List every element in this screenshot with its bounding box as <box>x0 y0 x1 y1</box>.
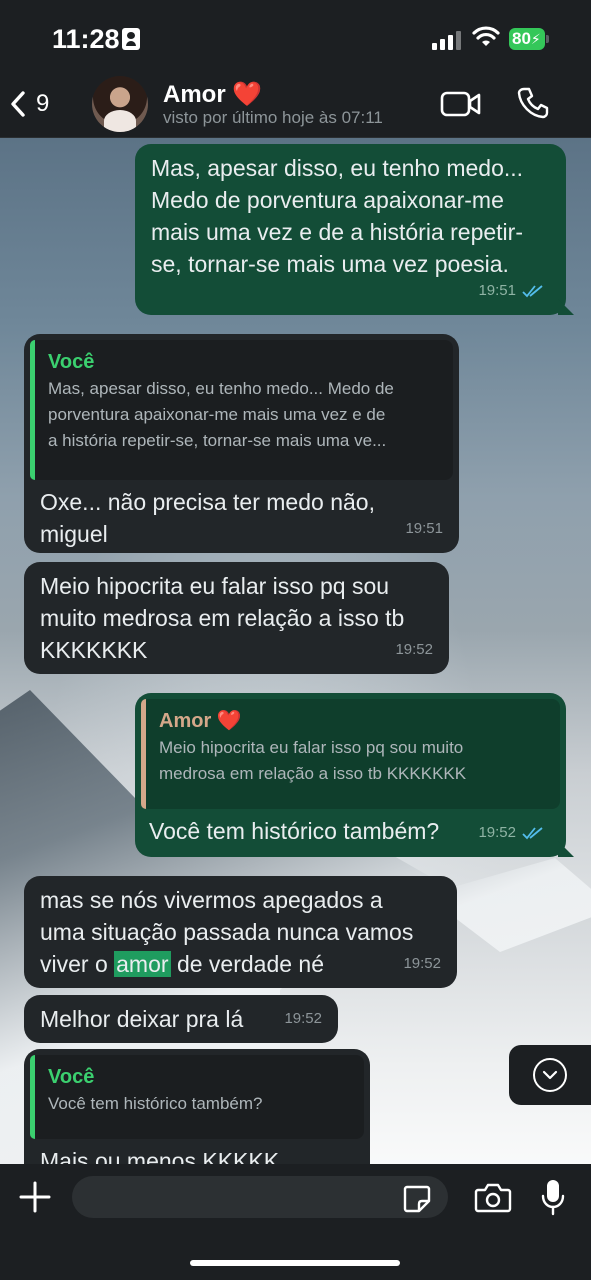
message-meta: 19:52 <box>284 1003 322 1035</box>
message-line: Oxe... não precisa ter medo não, <box>40 489 375 515</box>
message-line: Meio hipocrita eu falar isso pq sou <box>40 573 390 599</box>
message-time: 19:52 <box>478 824 516 841</box>
quote-text: Mas, apesar disso, eu tenho medo... Medo… <box>48 376 441 454</box>
message-text: Meio hipocrita eu falar isso pq sou muit… <box>40 570 439 666</box>
contact-name[interactable]: Amor ❤️ <box>163 80 262 109</box>
unread-count: 9 <box>36 90 50 117</box>
message-text: Mas, apesar disso, eu tenho medo... Medo… <box>151 152 556 280</box>
message-line: uma situação passada nunca vamos <box>40 919 414 945</box>
video-call-button[interactable] <box>440 90 482 118</box>
quote-author: Amor ❤️ <box>159 707 548 735</box>
quoted-message[interactable]: Você Mas, apesar disso, eu tenho medo...… <box>30 340 453 480</box>
message-line: viver o amor de verdade né <box>40 948 447 980</box>
message-time: 19:51 <box>478 282 516 299</box>
message-text: mas se nós vivermos apegados a uma situa… <box>40 884 447 980</box>
message-bubble-incoming[interactable]: Você Você tem histórico também? Mais ou … <box>24 1049 370 1164</box>
message-fragment: viver o <box>40 951 108 977</box>
message-meta: 19:52 <box>395 634 433 666</box>
search-highlight: amor <box>114 951 171 977</box>
message-time: 19:52 <box>395 641 433 658</box>
quoted-message[interactable]: Amor ❤️ Meio hipocrita eu falar isso pq … <box>141 699 560 809</box>
message-line: mais uma vez e de a história repetir- <box>151 219 523 245</box>
quote-line: Meio hipocrita eu falar isso pq sou muit… <box>159 738 464 757</box>
microphone-button[interactable] <box>540 1178 566 1216</box>
composer-bar <box>0 1164 591 1280</box>
message-line: Medo de porventura apaixonar-me <box>151 187 504 213</box>
message-meta: 19:52 <box>478 817 544 849</box>
message-meta: 19:51 <box>478 275 544 307</box>
message-time: 19:52 <box>284 1010 322 1027</box>
back-button[interactable]: 9 <box>10 84 70 124</box>
avatar[interactable] <box>92 76 148 132</box>
status-time: 11:28 <box>52 24 120 54</box>
message-time: 19:52 <box>403 955 441 972</box>
last-seen-status: visto por último hoje às 07:11 <box>163 108 383 127</box>
message-line: miguel <box>40 521 108 547</box>
message-input[interactable] <box>72 1176 448 1218</box>
message-list[interactable]: Mas, apesar disso, eu tenho medo... Medo… <box>0 138 591 1164</box>
message-bubble-incoming[interactable]: Melhor deixar pra lá 19:52 <box>24 995 338 1043</box>
message-bubble-incoming[interactable]: Meio hipocrita eu falar isso pq sou muit… <box>24 562 449 674</box>
heart-emoji: ❤️ <box>232 81 263 108</box>
message-line: Mas, apesar disso, eu tenho medo... <box>151 155 524 181</box>
quote-line: medrosa em relação a isso tb KKKKKKK <box>159 764 467 783</box>
chevron-down-icon <box>533 1058 567 1092</box>
message-time: 19:51 <box>405 520 443 537</box>
quoted-message[interactable]: Você Você tem histórico também? <box>30 1055 364 1139</box>
heart-emoji: ❤️ <box>216 710 242 732</box>
message-line: muito medrosa em relação a isso tb <box>40 605 405 631</box>
chevron-left-icon <box>11 91 25 117</box>
cellular-signal-icon <box>432 30 462 50</box>
read-ticks-icon <box>522 827 543 840</box>
quote-text: Você tem histórico também? <box>48 1094 263 1113</box>
message-bubble-incoming[interactable]: mas se nós vivermos apegados a uma situa… <box>24 876 457 988</box>
phone-call-button[interactable] <box>516 86 550 120</box>
message-meta: 19:51 <box>405 513 443 545</box>
contact-card-icon <box>122 28 140 50</box>
message-line: mas se nós vivermos apegados a <box>40 887 383 913</box>
camera-button[interactable] <box>474 1182 512 1214</box>
message-fragment: de verdade né <box>176 951 325 977</box>
contact-name-text: Amor <box>163 81 226 108</box>
message-bubble-incoming[interactable]: Você Mas, apesar disso, eu tenho medo...… <box>24 334 459 553</box>
battery-tip <box>546 35 549 43</box>
quote-author: Você <box>48 351 95 373</box>
quote-line: Mas, apesar disso, eu tenho medo... Medo… <box>48 379 394 398</box>
message-line: KKKKKKK <box>40 637 148 663</box>
message-text: Mais ou menos KKKKK <box>40 1148 280 1164</box>
quote-author: Você <box>48 1066 95 1088</box>
message-text: Oxe... não precisa ter medo não, miguel <box>30 486 453 550</box>
message-meta: 19:52 <box>403 948 441 980</box>
quote-author-name: Amor <box>159 710 212 732</box>
quote-line: a história repetir-se, tornar-se mais um… <box>48 431 387 450</box>
home-indicator[interactable] <box>190 1260 400 1266</box>
chat-header: 9 Amor ❤️ visto por último hoje às 07:11 <box>0 70 591 138</box>
attach-plus-button[interactable] <box>18 1180 52 1214</box>
quote-text: Meio hipocrita eu falar isso pq sou muit… <box>159 735 548 787</box>
message-bubble-outgoing[interactable]: Amor ❤️ Meio hipocrita eu falar isso pq … <box>135 693 566 857</box>
battery-level: 80 <box>512 29 531 48</box>
scroll-to-bottom-button[interactable] <box>509 1045 591 1105</box>
message-bubble-outgoing[interactable]: Mas, apesar disso, eu tenho medo... Medo… <box>135 144 566 315</box>
sticker-icon[interactable] <box>402 1184 432 1214</box>
wifi-icon <box>472 26 500 46</box>
read-ticks-icon <box>522 285 543 298</box>
quote-line: porventura apaixonar-me mais uma vez e d… <box>48 405 386 424</box>
battery-icon: 80⚡ <box>509 28 545 50</box>
status-bar: 11:28 80⚡ <box>0 0 591 70</box>
